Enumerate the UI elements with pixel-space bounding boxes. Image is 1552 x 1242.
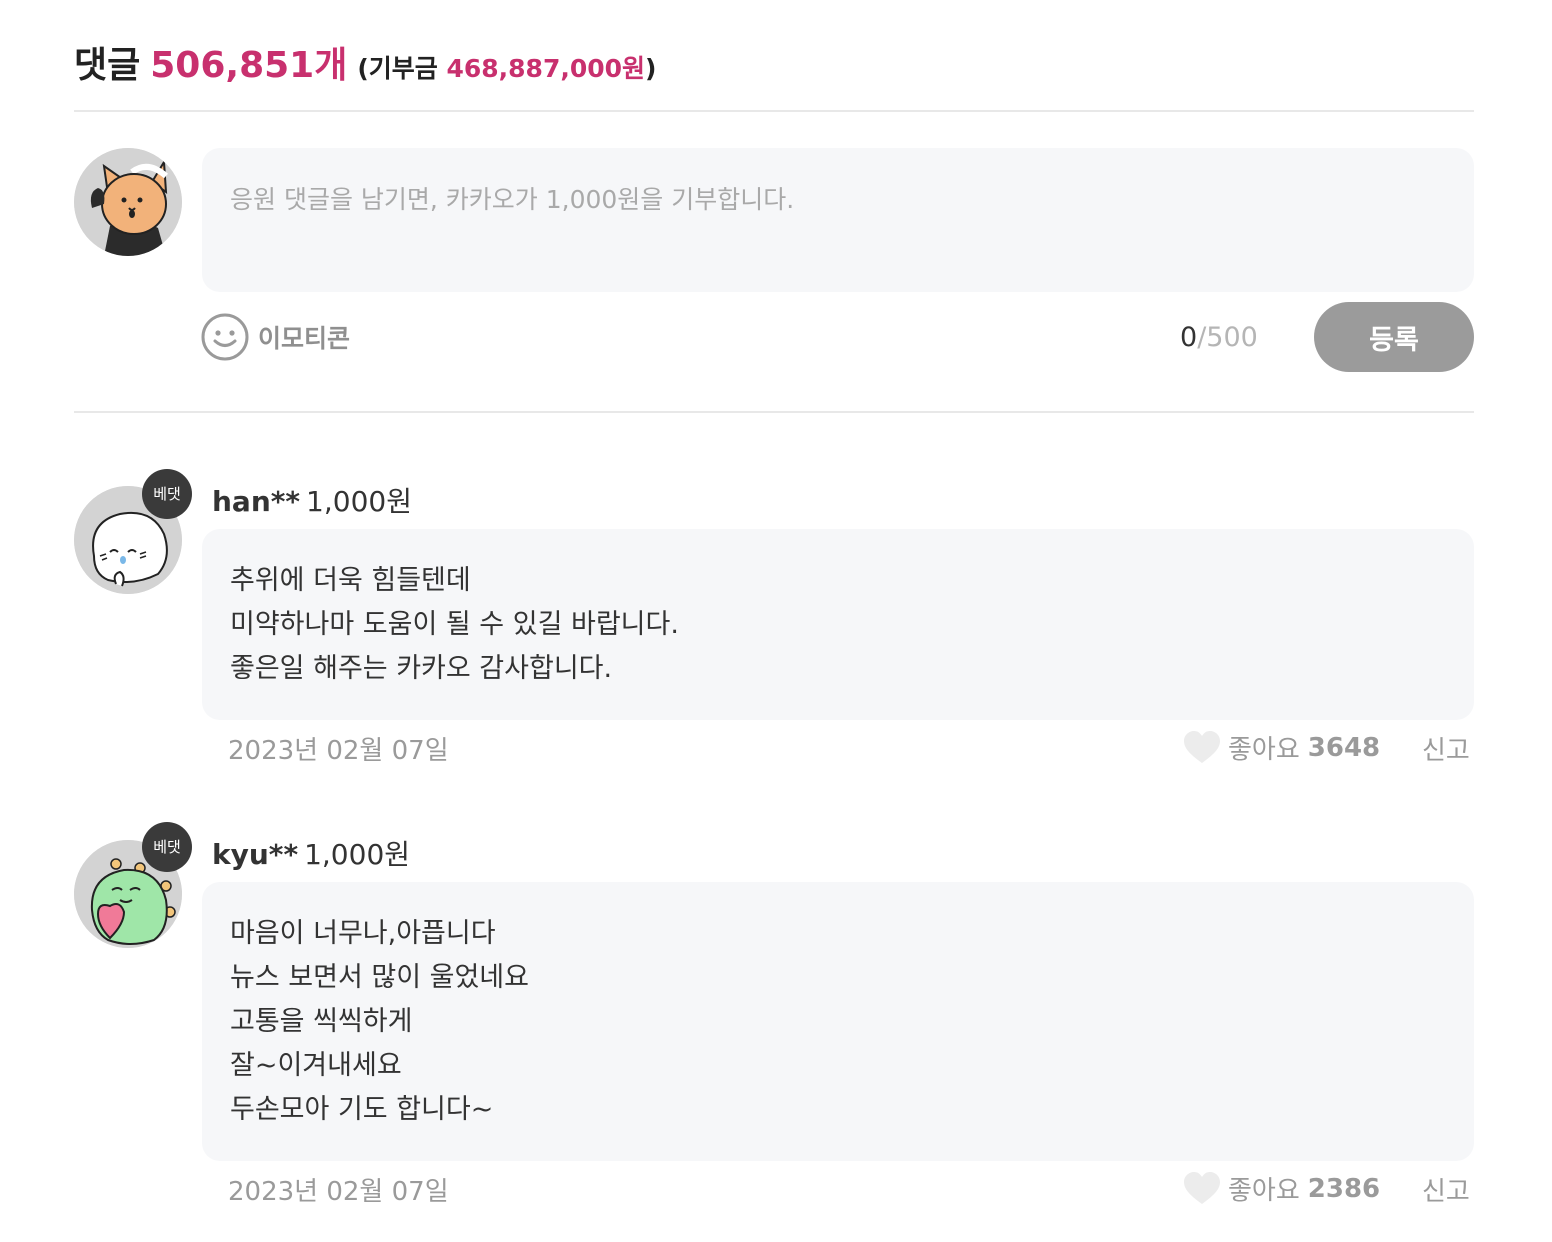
header-divider <box>74 110 1474 112</box>
comment-date: 2023년 02월 07일 <box>228 1177 449 1207</box>
composer-divider <box>74 411 1474 413</box>
comment-line: 두손모아 기도 합니다~ <box>230 1094 494 1125</box>
comments-count: 506,851개 <box>150 45 348 86</box>
donation-open: (기부금 <box>357 54 447 83</box>
comment-line: 마음이 너무나,아픕니다 <box>230 918 496 949</box>
like-button[interactable]: 좋아요 3648 <box>1184 729 1380 766</box>
comments-label: 댓글 <box>74 45 141 86</box>
comment-username: han** <box>212 485 301 518</box>
comment-bubble: 추위에 더욱 힘들텐데 미약하나마 도움이 될 수 있길 바랍니다. 좋은일 해… <box>202 529 1474 720</box>
char-separator: / <box>1197 322 1207 353</box>
donation-close: ) <box>645 54 657 83</box>
report-button[interactable]: 신고 <box>1422 1171 1470 1208</box>
char-counter: 0/500 <box>1180 322 1258 353</box>
best-comment-badge: 베댓 <box>142 469 192 519</box>
comment-donation: 1,000원 <box>304 838 411 871</box>
like-label: 좋아요 <box>1228 735 1300 765</box>
donation-summary: (기부금 468,887,000원) <box>357 49 656 85</box>
comment-bubble: 마음이 너무나,아픕니다 뉴스 보면서 많이 울었네요 고통을 씩씩하게 잘~이… <box>202 882 1474 1161</box>
heart-icon <box>1184 1171 1220 1204</box>
comment-author: kyu** 1,000원 <box>212 833 410 873</box>
comment-line: 뉴스 보면서 많이 울었네요 <box>230 962 529 993</box>
char-max: 500 <box>1206 322 1258 353</box>
donation-amount: 468,887,000원 <box>446 54 646 83</box>
submit-button[interactable]: 등록 <box>1314 302 1474 372</box>
like-count: 3648 <box>1307 732 1381 763</box>
comment-username: kyu** <box>212 838 299 871</box>
comment-line: 좋은일 해주는 카카오 감사합니다. <box>230 653 613 684</box>
my-avatar <box>74 148 182 256</box>
report-button[interactable]: 신고 <box>1422 730 1470 767</box>
like-button[interactable]: 좋아요 2386 <box>1184 1170 1380 1207</box>
like-label: 좋아요 <box>1228 1176 1300 1206</box>
comment-line: 추위에 더욱 힘들텐데 <box>230 565 471 596</box>
comment-line: 잘~이겨내세요 <box>230 1050 402 1081</box>
comment-header: 댓글 506,851개 (기부금 468,887,000원) <box>74 36 656 88</box>
comment-donation: 1,000원 <box>306 485 412 518</box>
comment-date: 2023년 02월 07일 <box>228 736 449 766</box>
emoticon-button[interactable]: 이모티콘 <box>200 312 350 362</box>
heart-icon <box>1184 730 1220 763</box>
comment-author: han** 1,000원 <box>212 480 412 520</box>
comment-section: 댓글 506,851개 (기부금 468,887,000원) 이모티콘 <box>0 0 1552 1242</box>
comment-line: 고통을 씩씩하게 <box>230 1006 413 1037</box>
comment-input[interactable] <box>202 148 1474 292</box>
best-comment-badge: 베댓 <box>142 822 192 872</box>
comment-line: 미약하나마 도움이 될 수 있길 바랍니다. <box>230 609 679 640</box>
like-count: 2386 <box>1307 1173 1381 1204</box>
char-count: 0 <box>1180 322 1198 353</box>
emoticon-label: 이모티콘 <box>258 324 351 353</box>
smiley-face-icon <box>201 313 249 361</box>
orange-cat-waving-icon <box>74 148 182 256</box>
